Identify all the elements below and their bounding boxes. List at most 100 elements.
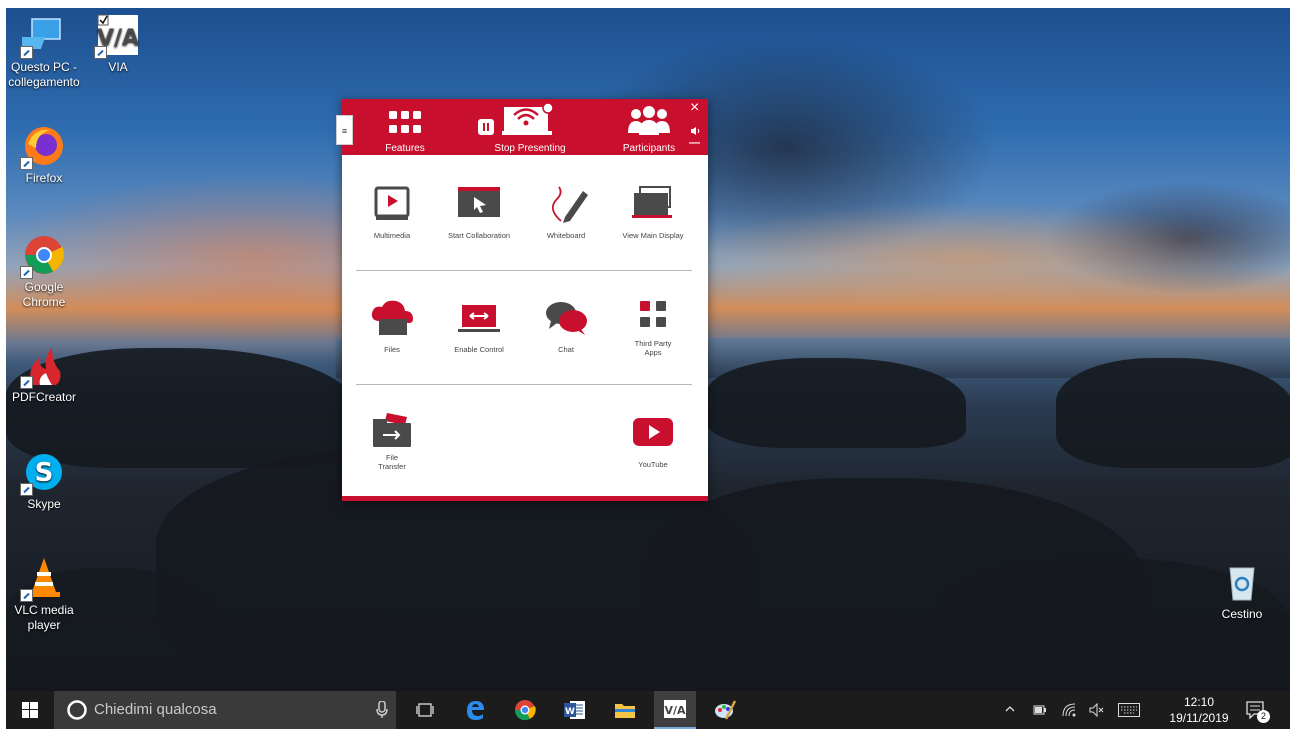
third-party-apps-icon (630, 299, 676, 337)
svg-text:S: S (35, 458, 54, 488)
notification-count-badge: 2 (1257, 710, 1270, 723)
vlc-icon (20, 556, 66, 602)
task-view-button[interactable] (404, 691, 446, 729)
feature-label: Third Party Apps (634, 339, 672, 357)
start-collaboration-button[interactable]: Start Collaboration (439, 185, 519, 240)
paint-icon (715, 700, 736, 720)
desktop-icon-skype[interactable]: S Skype (6, 450, 82, 512)
action-center-button[interactable]: 2 (1242, 697, 1270, 725)
word-icon: W (564, 701, 585, 719)
participants-button[interactable]: Participants (614, 99, 684, 155)
feature-label: Start Collaboration (447, 231, 511, 240)
youtube-button[interactable]: YouTube (613, 414, 693, 469)
chrome-icon (514, 700, 536, 721)
file-transfer-button[interactable]: File Transfer (352, 411, 432, 471)
files-button[interactable]: Files (352, 299, 432, 354)
desktop-icon-label: Google Chrome (22, 280, 66, 309)
multimedia-icon (369, 185, 415, 223)
windows-logo-icon (22, 702, 38, 718)
desktop-icon-label: PDFCreator (11, 390, 76, 404)
file-transfer-icon (369, 411, 415, 449)
desktop-icon-label: Cestino (1221, 607, 1263, 621)
desktop-icon-firefox[interactable]: Firefox (6, 124, 82, 186)
enable-control-icon (456, 299, 502, 337)
clock-date: 19/11/2019 (1169, 711, 1229, 725)
desktop-icon-label: Questo PC - collegamento (8, 60, 80, 89)
cortana-circle-icon (67, 700, 87, 720)
view-main-display-icon (630, 185, 676, 223)
stop-presenting-label: Stop Presenting (494, 143, 566, 154)
whiteboard-button[interactable]: Whiteboard (526, 185, 606, 240)
chat-button[interactable]: Chat (526, 299, 606, 354)
via-app-window: Features Stop Presenting Participants × … (336, 99, 708, 501)
desktop-icon-via[interactable]: V/A VIA (80, 13, 156, 75)
feature-label: Enable Control (454, 345, 504, 354)
participants-icon (628, 106, 670, 135)
keyboard-icon[interactable] (1118, 703, 1140, 722)
start-button[interactable] (6, 691, 54, 729)
section-divider (356, 384, 692, 385)
taskbar-chrome[interactable] (504, 691, 546, 729)
taskbar-file-explorer[interactable] (604, 691, 646, 729)
desktop-icon-label: VLC media player (14, 603, 74, 632)
via-app-icon: V/A (664, 700, 686, 718)
view-main-display-button[interactable]: View Main Display (613, 185, 693, 240)
taskbar-paint[interactable] (704, 691, 746, 729)
desktop-icon-label: Firefox (25, 171, 63, 185)
task-view-icon (416, 703, 434, 717)
feature-label: Multimedia (373, 231, 411, 240)
whiteboard-icon (543, 185, 589, 223)
taskbar-word[interactable]: W (554, 691, 596, 729)
svg-text:V/A: V/A (664, 704, 686, 717)
network-wifi-icon[interactable] (1062, 703, 1076, 722)
desktop-icon-chrome[interactable]: Google Chrome (6, 233, 82, 310)
feature-label: Whiteboard (546, 231, 586, 240)
file-explorer-icon (615, 704, 635, 718)
multimedia-button[interactable]: Multimedia (352, 185, 432, 240)
enable-control-button[interactable]: Enable Control (439, 299, 519, 354)
search-placeholder: Chiedimi qualcosa (94, 701, 217, 718)
clock-time: 12:10 (1183, 695, 1215, 709)
firefox-icon (20, 124, 66, 170)
chat-icon (543, 299, 589, 337)
pause-icon (478, 119, 494, 135)
desktop-icon-vlc[interactable]: VLC media player (6, 556, 82, 633)
taskbar: Chiedimi qualcosa W V/A 12:10 19/11/2019… (6, 691, 1290, 729)
section-divider (356, 270, 692, 271)
microphone-icon[interactable] (376, 701, 388, 719)
stop-presenting-button[interactable]: Stop Presenting (472, 99, 588, 155)
volume-muted-icon[interactable] (1089, 702, 1105, 722)
desktop-icon-pdfcreator[interactable]: PDFCreator (6, 343, 82, 405)
participants-label: Participants (622, 143, 676, 154)
computer-icon (14, 13, 66, 59)
files-cloud-icon (369, 299, 415, 337)
desktop-icon-label: Skype (27, 497, 61, 511)
feature-label: Files (384, 345, 400, 354)
feature-label: YouTube (638, 460, 668, 469)
taskbar-clock[interactable]: 12:10 19/11/2019 (1164, 694, 1234, 726)
via-app-icon: V/A (94, 13, 140, 59)
desktop-icon-recycle-bin[interactable]: Cestino (1204, 560, 1280, 622)
via-side-tab[interactable]: ≡ (336, 115, 353, 145)
start-collaboration-icon (456, 185, 502, 223)
features-button[interactable]: Features (372, 99, 438, 155)
feature-label: File Transfer (378, 453, 406, 471)
close-icon[interactable]: × (690, 100, 699, 116)
third-party-apps-button[interactable]: Third Party Apps (613, 299, 693, 357)
battery-icon[interactable] (1033, 703, 1047, 721)
desktop-icon-this-pc[interactable]: Questo PC - collegamento (6, 13, 82, 90)
feature-label: View Main Display (622, 231, 684, 240)
taskbar-edge[interactable] (454, 691, 496, 729)
show-hidden-icons-chevron[interactable] (1004, 702, 1016, 720)
features-grid-icon (389, 111, 421, 133)
feature-label: Chat (558, 345, 574, 354)
minimize-icon[interactable]: — (689, 137, 700, 149)
chrome-icon (20, 233, 66, 279)
youtube-icon (630, 414, 676, 452)
via-header-bar: Features Stop Presenting Participants × … (342, 99, 708, 155)
desktop-icon-label: VIA (108, 60, 128, 74)
via-bottom-bar (342, 496, 708, 501)
cortana-search-input[interactable]: Chiedimi qualcosa (54, 691, 396, 729)
taskbar-via[interactable]: V/A (654, 691, 696, 729)
pdfcreator-icon (20, 343, 66, 389)
